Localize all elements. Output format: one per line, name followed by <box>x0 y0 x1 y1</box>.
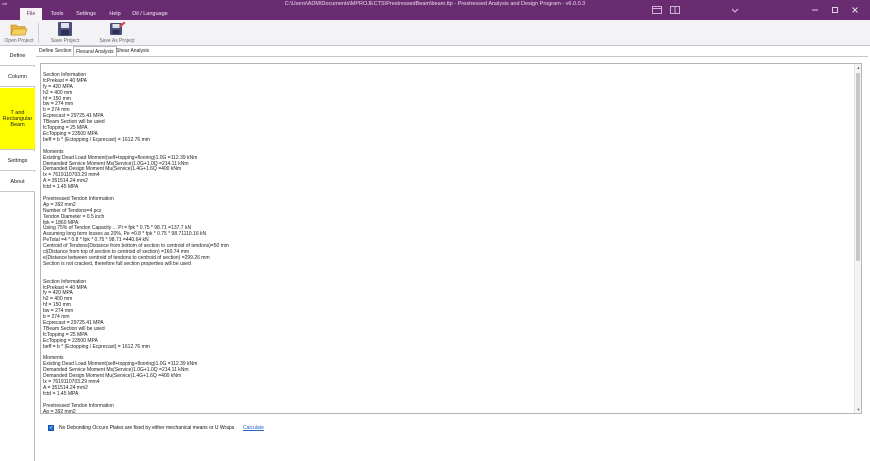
close-icon[interactable] <box>848 6 862 16</box>
tab-settings[interactable]: Settings <box>72 8 100 20</box>
sidebar-item-t-and-rectangular-beam[interactable]: T and Rectangular Beam <box>0 88 35 150</box>
results-textbox[interactable]: Section Information fcPrekast = 40 MPA fy … <box>40 63 862 414</box>
tab-file[interactable]: File <box>20 8 42 20</box>
tab-tools[interactable]: Tools <box>46 8 68 20</box>
results-text: Section Information fcPrekast = 40 MPA fy … <box>43 67 843 414</box>
scroll-thumb[interactable] <box>856 73 860 261</box>
scroll-up-icon[interactable]: ▲ <box>855 64 861 71</box>
vertical-scrollbar[interactable]: ▲ ▼ <box>854 64 861 413</box>
save-project-button[interactable]: Save Project <box>48 20 82 46</box>
debonding-option[interactable]: ✓ No Debonding Occurs Plates are fixed b… <box>48 424 234 432</box>
sidebar: Define Column T and Rectangular Beam Set… <box>0 46 35 461</box>
debonding-checkbox[interactable]: ✓ <box>48 425 54 431</box>
ribbon-toolbar: Open Project Save Project Save As Projec… <box>0 20 870 46</box>
flexural-analysis-panel: Section Information fcPrekast = 40 MPA fy … <box>36 56 868 457</box>
tab-flexural-analysis[interactable]: Flexural Analysis <box>73 46 117 56</box>
sidebar-item-about[interactable]: About <box>0 172 35 192</box>
sidebar-item-settings[interactable]: Settings <box>0 151 35 171</box>
tab-help[interactable]: Help <box>104 8 126 20</box>
window-tile-icon[interactable] <box>668 6 682 16</box>
open-project-label: Open Project <box>4 38 34 44</box>
scroll-down-icon[interactable]: ▼ <box>855 406 861 413</box>
window-layout-icon[interactable] <box>650 6 664 16</box>
minimize-icon[interactable] <box>808 6 822 16</box>
sidebar-item-define[interactable]: Define <box>0 46 35 66</box>
save-icon <box>56 21 74 37</box>
save-as-icon <box>108 21 126 37</box>
result-line: Ap = 392 mm2 <box>43 408 76 414</box>
tab-shear-analysis[interactable]: Shear Analysis <box>114 46 151 56</box>
debonding-label: No Debonding Occurs Plates are fixed by … <box>59 425 235 431</box>
group-expander-icon[interactable]: ↘ <box>130 39 133 44</box>
ribbon-options-icon[interactable] <box>728 6 742 16</box>
save-project-label: Save Project <box>50 38 80 44</box>
tab-define-section[interactable]: Define Section <box>37 46 74 56</box>
folder-open-icon <box>10 21 28 37</box>
toolbar-divider <box>38 23 39 43</box>
open-project-button[interactable]: Open Project <box>2 20 36 46</box>
tab-language[interactable]: Dil / Language <box>130 8 170 20</box>
calculate-link[interactable]: Calculate <box>243 424 264 432</box>
sidebar-item-column[interactable]: Column <box>0 67 35 87</box>
maximize-icon[interactable] <box>828 6 842 16</box>
